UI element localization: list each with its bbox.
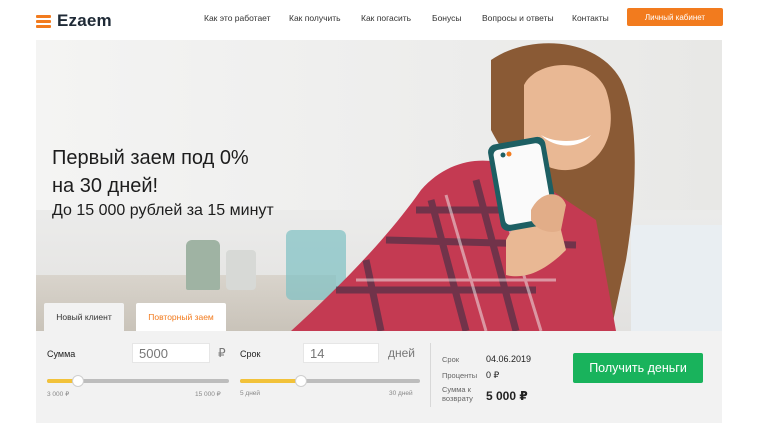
term-slider[interactable] xyxy=(240,375,420,387)
get-money-button[interactable]: Получить деньги xyxy=(573,353,703,383)
amount-currency: ₽ xyxy=(218,346,226,360)
tab-repeat-loan[interactable]: Повторный заем xyxy=(136,303,226,331)
summary-return-value: 5 000 ₽ xyxy=(486,389,528,403)
amount-max-label: 15 000 ₽ xyxy=(195,391,221,398)
nav-faq[interactable]: Вопросы и ответы xyxy=(482,13,554,23)
nav-how-it-works[interactable]: Как это работает xyxy=(204,13,271,23)
nav-how-to-repay[interactable]: Как погасить xyxy=(361,13,411,23)
term-max-label: 30 дней xyxy=(389,390,413,397)
amount-slider-handle[interactable] xyxy=(71,375,84,387)
summary-return-label-2: возврату xyxy=(442,394,473,403)
hero-headline: Первый заем под 0% на 30 дней! xyxy=(52,144,249,200)
hero-subline: До 15 000 рублей за 15 минут xyxy=(52,202,274,219)
hero-banner: Первый заем под 0% на 30 дней! До 15 000… xyxy=(36,40,722,331)
nav-bonuses[interactable]: Бонусы xyxy=(432,13,462,23)
term-unit: дней xyxy=(388,346,416,360)
summary-date-value: 04.06.2019 xyxy=(486,354,532,364)
tab-new-client[interactable]: Новый клиент xyxy=(44,303,124,331)
nav-contacts[interactable]: Контакты xyxy=(572,13,609,23)
summary-percent-label: Проценты xyxy=(442,371,478,380)
loan-calculator: Сумма 5000 ₽ 3 000 ₽ 15 000 ₽ Срок 14 дн… xyxy=(36,331,722,423)
hero-headline-line-1: Первый заем под 0% xyxy=(52,147,249,169)
term-slider-fill xyxy=(240,379,302,383)
hero-headline-line-2: на 30 дней! xyxy=(52,175,159,197)
amount-min-label: 3 000 ₽ xyxy=(47,391,70,398)
nav-how-to-get[interactable]: Как получить xyxy=(289,13,341,23)
amount-label: Сумма xyxy=(47,349,76,359)
summary-return-label-1: Сумма к xyxy=(442,385,471,394)
amount-input[interactable]: 5000 xyxy=(132,343,210,363)
site-header: Ezaem Как это работает Как получить Как … xyxy=(0,0,768,38)
calculator-divider xyxy=(430,343,431,407)
term-input[interactable]: 14 xyxy=(303,343,379,363)
summary-return-label: Сумма к возврату xyxy=(442,385,473,403)
summary-date-label: Срок xyxy=(442,355,460,364)
term-label: Срок xyxy=(240,349,261,359)
term-slider-handle[interactable] xyxy=(295,375,308,387)
term-min-label: 5 дней xyxy=(240,390,261,397)
summary-percent-value: 0 ₽ xyxy=(486,370,500,380)
amount-slider[interactable] xyxy=(47,375,229,387)
personal-cabinet-button[interactable]: Личный кабинет xyxy=(627,8,723,26)
